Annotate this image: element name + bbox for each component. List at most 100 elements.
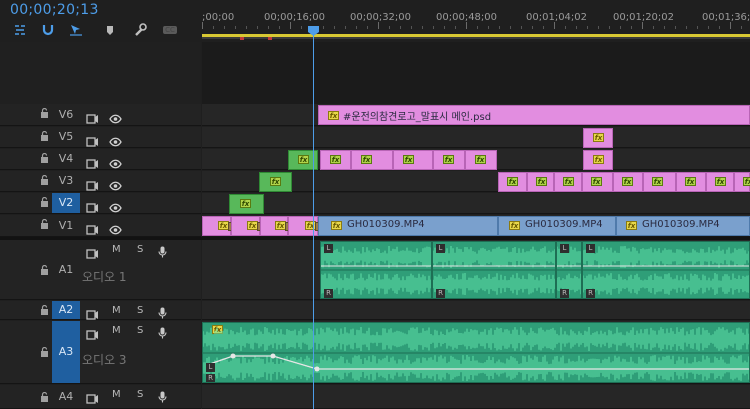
clip-v3-graphic[interactable]: fx bbox=[498, 172, 527, 192]
clip-v4-graphic[interactable]: fx bbox=[351, 150, 393, 170]
fx-badge: fx bbox=[443, 155, 454, 164]
channel-l-mark: L bbox=[324, 244, 333, 253]
captions-icon[interactable]: CC bbox=[160, 22, 180, 38]
add-marker-icon[interactable] bbox=[102, 22, 118, 38]
timeline-empty-area[interactable] bbox=[202, 42, 750, 104]
lane-a4[interactable] bbox=[202, 385, 750, 409]
sync-lock-icon[interactable] bbox=[86, 109, 99, 128]
track-header-a1[interactable]: A1 M S 오디오 1 bbox=[0, 240, 201, 300]
clip-v3-adjustment[interactable]: fx bbox=[259, 172, 292, 192]
lock-icon[interactable] bbox=[40, 152, 49, 166]
lane-a2[interactable] bbox=[202, 301, 750, 320]
lock-icon[interactable] bbox=[40, 218, 49, 232]
mute-button[interactable]: M bbox=[112, 389, 121, 400]
track-target-v5[interactable]: V5 bbox=[52, 127, 80, 147]
clip-v6-graphic[interactable]: fx #운전의참견로고_말표시 메인.psd bbox=[318, 105, 750, 125]
clip-a1-audio[interactable]: LR bbox=[556, 241, 582, 299]
clip-v1-graphic[interactable]: fx bbox=[231, 216, 261, 236]
track-header-v3[interactable]: V3 bbox=[0, 171, 201, 192]
clip-v4-graphic[interactable]: fx bbox=[433, 150, 465, 170]
eye-icon[interactable] bbox=[109, 109, 122, 128]
track-header-v4[interactable]: V4 bbox=[0, 149, 201, 170]
lock-icon[interactable] bbox=[40, 107, 49, 121]
linked-selection-icon[interactable] bbox=[68, 22, 84, 38]
track-target-a3[interactable]: A3 bbox=[52, 321, 80, 383]
track-target-v3[interactable]: V3 bbox=[52, 171, 80, 191]
clip-v3-graphic[interactable]: fx bbox=[676, 172, 706, 192]
mute-button[interactable]: M bbox=[112, 325, 121, 336]
ruler-tick bbox=[290, 22, 291, 29]
track-header-a3[interactable]: A3 M S 오디오 3 bbox=[0, 321, 201, 384]
mute-button[interactable]: M bbox=[112, 305, 121, 316]
clip-v3-graphic[interactable]: fx bbox=[643, 172, 676, 192]
solo-button[interactable]: S bbox=[137, 305, 143, 316]
lock-icon[interactable] bbox=[40, 196, 49, 210]
microphone-icon[interactable] bbox=[158, 243, 167, 262]
clip-v1-graphic[interactable]: fx bbox=[202, 216, 232, 236]
clip-v3-graphic[interactable]: fx bbox=[613, 172, 643, 192]
track-header-v5[interactable]: V5 bbox=[0, 127, 201, 148]
track-target-a1[interactable]: A1 bbox=[52, 240, 80, 299]
lock-icon[interactable] bbox=[40, 304, 49, 318]
track-target-v6[interactable]: V6 bbox=[52, 104, 80, 125]
ruler-tick bbox=[433, 26, 434, 29]
lock-icon[interactable] bbox=[40, 264, 49, 278]
ruler-tick bbox=[477, 26, 478, 29]
solo-button[interactable]: S bbox=[137, 325, 143, 336]
clip-a1-audio[interactable]: LR bbox=[582, 241, 750, 299]
clip-a1-audio[interactable]: LR bbox=[432, 241, 556, 299]
clip-v3-graphic[interactable]: fx bbox=[706, 172, 734, 192]
solo-button[interactable]: S bbox=[137, 389, 143, 400]
sync-lock-icon[interactable] bbox=[86, 325, 99, 344]
ruler-tick bbox=[367, 26, 368, 29]
track-header-a2[interactable]: A2 M S bbox=[0, 301, 201, 320]
clip-v1-video[interactable]: fx GH010309.MP4 bbox=[616, 216, 750, 236]
fx-badge: fx bbox=[743, 177, 750, 186]
lock-icon[interactable] bbox=[40, 346, 49, 360]
microphone-icon[interactable] bbox=[158, 324, 167, 343]
clip-v3-graphic[interactable]: fx bbox=[582, 172, 613, 192]
ruler-tick bbox=[334, 26, 335, 29]
clip-v2-adjustment[interactable]: fx bbox=[229, 194, 264, 214]
insert-sequence-nest-icon[interactable] bbox=[12, 22, 28, 38]
clip-v4-graphic[interactable]: fx bbox=[320, 150, 351, 170]
fx-badge: fx bbox=[331, 221, 342, 230]
clip-v3-graphic[interactable]: fx bbox=[734, 172, 750, 192]
clip-v4-graphic[interactable]: fx bbox=[465, 150, 497, 170]
clip-a3-audio[interactable]: fx L R bbox=[202, 322, 750, 383]
clip-v5-graphic[interactable]: fx bbox=[583, 128, 613, 148]
clip-v3-graphic[interactable]: fx bbox=[527, 172, 554, 192]
track-target-v4[interactable]: V4 bbox=[52, 149, 80, 169]
clip-v4-graphic[interactable]: fx bbox=[583, 150, 613, 170]
clip-v1-graphic[interactable]: fx bbox=[260, 216, 289, 236]
clip-v3-graphic[interactable]: fx bbox=[554, 172, 582, 192]
lock-icon[interactable] bbox=[40, 391, 49, 405]
clip-v4-graphic[interactable]: fx bbox=[393, 150, 433, 170]
lane-v5[interactable] bbox=[202, 127, 750, 148]
clip-a1-audio[interactable]: LR bbox=[320, 241, 432, 299]
wrench-icon[interactable] bbox=[132, 22, 148, 38]
track-header-v1[interactable]: V1 bbox=[0, 215, 201, 237]
solo-button[interactable]: S bbox=[137, 244, 143, 255]
lock-icon[interactable] bbox=[40, 130, 49, 144]
mute-button[interactable]: M bbox=[112, 244, 121, 255]
track-header-v6[interactable]: V6 bbox=[0, 104, 201, 126]
lock-icon[interactable] bbox=[40, 174, 49, 188]
fx-badge: fx bbox=[328, 111, 339, 120]
playhead-timecode[interactable]: 00;00;20;13 bbox=[10, 2, 99, 18]
track-header-v2[interactable]: V2 bbox=[0, 193, 201, 214]
track-target-a2[interactable]: A2 bbox=[52, 301, 80, 319]
track-target-a4[interactable]: A4 bbox=[52, 385, 80, 408]
snap-icon[interactable] bbox=[40, 22, 56, 38]
playhead-line[interactable] bbox=[313, 30, 314, 409]
fx-badge: fx bbox=[593, 133, 604, 142]
track-target-v2[interactable]: V2 bbox=[52, 193, 80, 213]
clip-v1-video[interactable]: fx GH010309.MP4 bbox=[498, 216, 616, 236]
track-header-a4[interactable]: A4 M S bbox=[0, 385, 201, 409]
microphone-icon[interactable] bbox=[158, 388, 167, 407]
lane-v2[interactable] bbox=[202, 193, 750, 214]
clip-v1-video[interactable]: fx GH010309.MP4 bbox=[318, 216, 498, 236]
sync-lock-icon[interactable] bbox=[86, 244, 99, 263]
sync-lock-icon[interactable] bbox=[86, 389, 99, 408]
track-target-v1[interactable]: V1 bbox=[52, 215, 80, 236]
